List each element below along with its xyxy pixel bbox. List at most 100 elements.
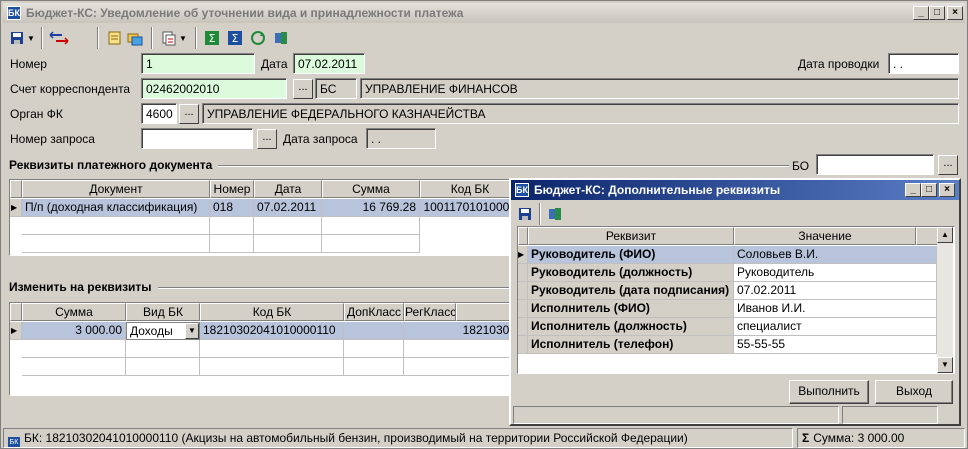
- empty-cell: [200, 358, 344, 376]
- scroll-down-icon[interactable]: ▼: [937, 357, 953, 373]
- empty-cell: [22, 358, 126, 376]
- cell-kod-bk[interactable]: 18210302041010000110: [200, 322, 344, 340]
- transfer-icon[interactable]: [47, 28, 71, 48]
- rekvizit-value[interactable]: Руководитель: [734, 264, 937, 282]
- export-icon[interactable]: [545, 204, 565, 224]
- organ-code-input[interactable]: 4600: [141, 103, 177, 124]
- vid-bk-select[interactable]: Доходы ▼: [126, 322, 200, 340]
- cell-regklass[interactable]: 18210302: [404, 322, 513, 340]
- sum-green-icon[interactable]: Σ: [202, 28, 222, 48]
- empty-cell: [254, 217, 322, 235]
- organ-name-field: УПРАВЛЕНИЕ ФЕДЕРАЛЬНОГО КАЗНАЧЕЙСТВА: [202, 103, 959, 124]
- row-indicator: [518, 318, 528, 336]
- empty-cell: [210, 217, 254, 235]
- bo-lookup-button[interactable]: ...: [938, 155, 958, 175]
- maximize-button[interactable]: □: [929, 6, 945, 20]
- empty-cell: [126, 340, 200, 358]
- dialog-status-right: [842, 406, 938, 424]
- cell-dopklass[interactable]: [344, 322, 404, 340]
- refresh-icon[interactable]: [248, 28, 268, 48]
- col-nomer[interactable]: Номер: [210, 180, 254, 198]
- save-icon[interactable]: [515, 204, 535, 224]
- chevron-down-icon[interactable]: ▼: [185, 323, 199, 339]
- col-rekvizit[interactable]: Реквизит: [528, 227, 734, 245]
- bs-field: БС: [315, 78, 357, 99]
- rekvizit-value[interactable]: специалист: [734, 318, 937, 336]
- rekvizit-value[interactable]: 07.02.2011: [734, 282, 937, 300]
- rekvizit-value[interactable]: 55-55-55: [734, 336, 937, 354]
- cell-nomer[interactable]: 018: [210, 199, 254, 217]
- rekvizit-name: Руководитель (ФИО): [528, 246, 734, 264]
- empty-cell: [404, 340, 513, 358]
- data-input[interactable]: 07.02.2011: [293, 53, 365, 74]
- dialog-maximize-button[interactable]: □: [921, 183, 937, 197]
- change-grid[interactable]: Сумма Вид БК Код БК ДопКласс РегКласс ▶ …: [9, 302, 514, 396]
- empty-cell: [322, 235, 420, 253]
- toolbar-separator: [539, 203, 541, 225]
- cell-summa[interactable]: 3 000.00: [22, 322, 126, 340]
- col-data[interactable]: Дата: [254, 180, 322, 198]
- col-document[interactable]: Документ: [22, 180, 210, 198]
- bo-label: БО: [792, 159, 810, 173]
- folders-icon[interactable]: [125, 28, 145, 48]
- cell-kod-bk[interactable]: 10011701010001: [420, 199, 513, 217]
- rekvizity-grid[interactable]: Реквизит Значение ▶ Руководитель (ФИО) Сол…: [517, 226, 955, 374]
- row-indicator: [518, 282, 528, 300]
- empty-cell: [210, 235, 254, 253]
- dropdown-icon[interactable]: ▼: [25, 28, 37, 48]
- payment-doc-grid[interactable]: Документ Номер Дата Сумма Код БК ▶ П/п (…: [9, 179, 514, 256]
- grid-corner: [10, 303, 22, 321]
- empty-cell: [22, 340, 126, 358]
- rekvizit-name: Руководитель (дата подписания): [528, 282, 734, 300]
- close-button[interactable]: ×: [947, 6, 963, 20]
- rekvizit-value[interactable]: Иванов И.И.: [734, 300, 937, 318]
- empty-cell: [200, 340, 344, 358]
- dialog-close-button[interactable]: ×: [939, 183, 955, 197]
- dialog-status-left: [513, 406, 839, 424]
- grid-corner: [518, 227, 528, 245]
- execute-button[interactable]: Выполнить: [789, 380, 869, 404]
- col-summa[interactable]: Сумма: [322, 180, 420, 198]
- col-vid-bk[interactable]: Вид БК: [126, 303, 200, 321]
- col-kod-bk[interactable]: Код БК: [420, 180, 513, 198]
- copy-icon[interactable]: [159, 28, 179, 48]
- zapros-label: Номер запроса: [10, 132, 95, 146]
- window-title: Бюджет-КС: Уведомление об уточнении вида…: [26, 6, 464, 20]
- vid-bk-value: Доходы: [130, 324, 173, 338]
- col-regklass[interactable]: РегКласс: [404, 303, 456, 321]
- cell-data[interactable]: 07.02.2011: [254, 199, 322, 217]
- col-summa[interactable]: Сумма: [22, 303, 126, 321]
- cell-summa[interactable]: 16 769.28: [322, 199, 420, 217]
- row-indicator: [518, 336, 528, 354]
- organ-label: Орган ФК: [10, 107, 63, 121]
- cell-document[interactable]: П/п (доходная классификация): [22, 199, 210, 217]
- col-dopklass[interactable]: ДопКласс: [344, 303, 404, 321]
- col-znachenie[interactable]: Значение: [734, 227, 916, 245]
- empty-cell: [126, 358, 200, 376]
- export-icon[interactable]: [271, 28, 291, 48]
- bo-input[interactable]: [816, 154, 934, 175]
- edit-icon[interactable]: [105, 28, 125, 48]
- save-icon[interactable]: [7, 28, 27, 48]
- minimize-button[interactable]: _: [913, 6, 929, 20]
- col-kod-bk[interactable]: Код БК: [200, 303, 344, 321]
- empty-cell: [22, 235, 210, 253]
- rekvizit-value[interactable]: Соловьев В.И.: [734, 246, 937, 264]
- zapros-input[interactable]: [141, 128, 253, 149]
- nomer-input[interactable]: 1: [141, 53, 255, 74]
- scroll-up-icon[interactable]: ▲: [937, 227, 953, 243]
- schet-input[interactable]: 02462002010: [141, 78, 287, 99]
- organ-lookup-button[interactable]: ...: [179, 104, 199, 124]
- schet-lookup-button[interactable]: ...: [293, 79, 313, 99]
- rekvizit-name: Исполнитель (должность): [528, 318, 734, 336]
- sigma-icon[interactable]: Σ: [225, 28, 245, 48]
- row-indicator: [518, 264, 528, 282]
- rekvizit-name: Руководитель (должность): [528, 264, 734, 282]
- vertical-scrollbar[interactable]: ▲ ▼: [937, 227, 953, 373]
- empty-cell: [344, 340, 404, 358]
- zapros-lookup-button[interactable]: ...: [257, 129, 277, 149]
- data-provodki-input[interactable]: . .: [888, 53, 959, 74]
- exit-button[interactable]: Выход: [875, 380, 953, 404]
- print-icon[interactable]: ▼: [177, 28, 189, 48]
- dialog-minimize-button[interactable]: _: [905, 183, 921, 197]
